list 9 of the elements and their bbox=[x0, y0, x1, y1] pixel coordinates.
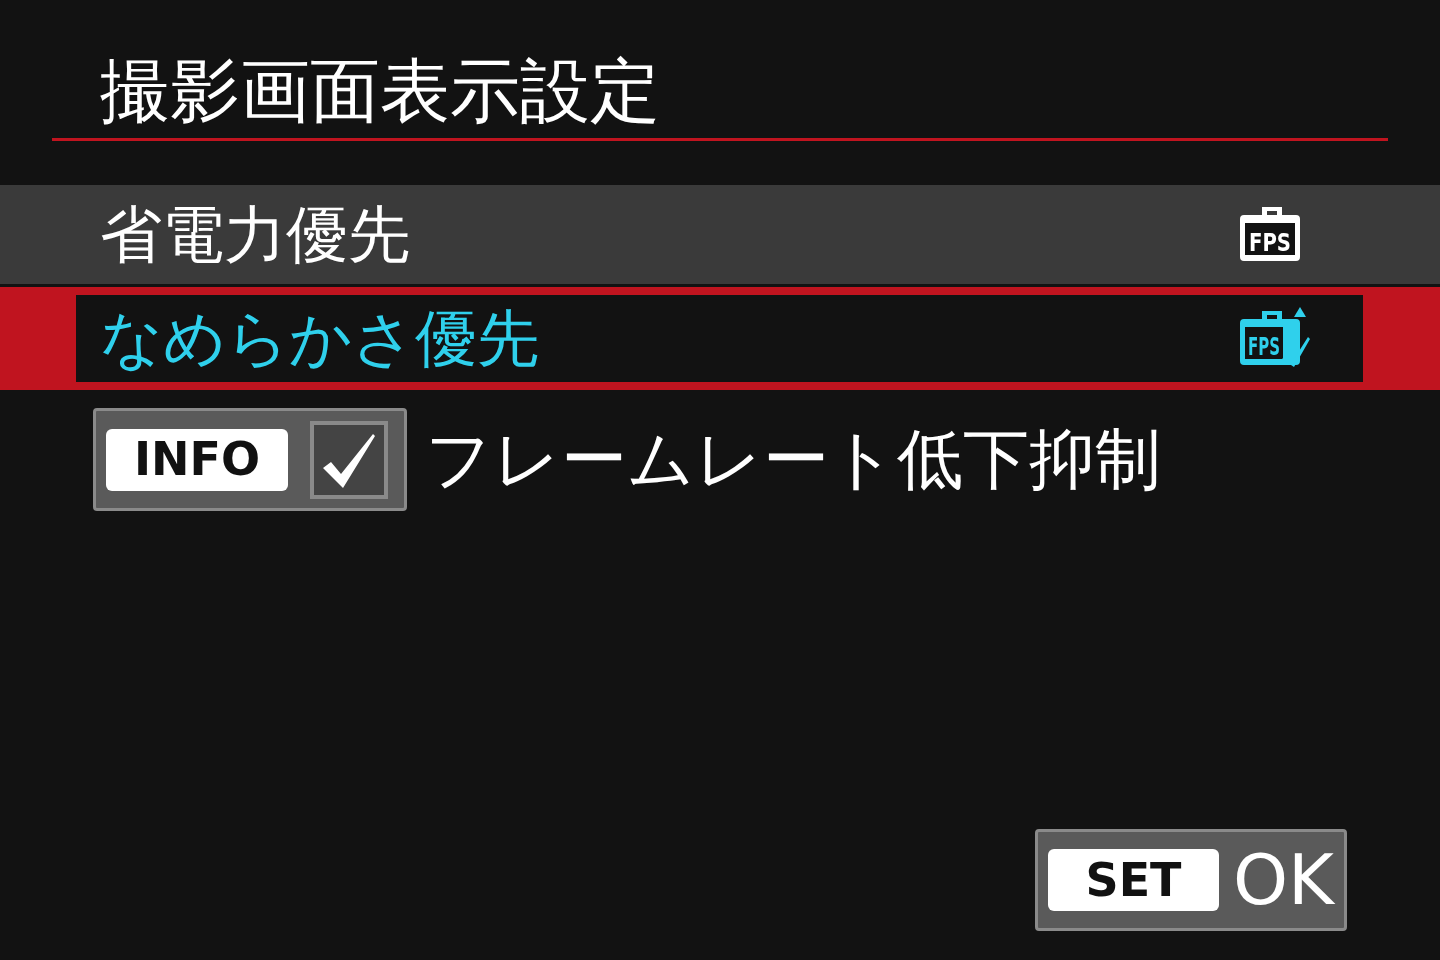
option-label: なめらかさ優先 bbox=[100, 307, 539, 370]
set-ok-button[interactable]: SET OK bbox=[1035, 829, 1347, 931]
menu-option[interactable]: 省電力優先 FPS bbox=[0, 185, 1440, 284]
menu-option[interactable]: なめらかさ優先 FPS bbox=[0, 287, 1440, 390]
screen-title: 撮影画面表示設定 bbox=[100, 50, 660, 132]
setting-label: フレームレート低下抑制 bbox=[425, 426, 1161, 493]
checkbox[interactable] bbox=[310, 420, 388, 499]
info-toggle-button[interactable]: INFO bbox=[93, 408, 407, 511]
option-label: 省電力優先 bbox=[100, 203, 410, 266]
